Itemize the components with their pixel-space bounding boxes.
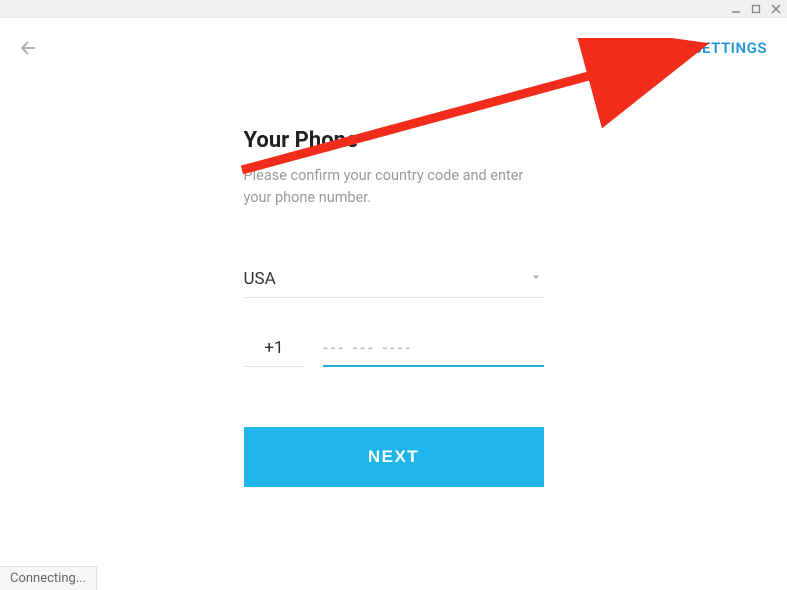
phone-number-input[interactable] <box>323 338 544 367</box>
main-content: Your Phone Please confirm your country c… <box>244 128 544 487</box>
minimize-button[interactable] <box>729 2 743 16</box>
arrow-left-icon <box>17 37 39 59</box>
settings-link[interactable]: SETTINGS <box>692 39 767 57</box>
phone-row: +1 <box>244 338 544 367</box>
maximize-button[interactable] <box>749 2 763 16</box>
country-selected-label: USA <box>244 269 276 289</box>
window-titlebar <box>0 0 787 18</box>
next-button[interactable]: NEXT <box>244 427 544 487</box>
back-button[interactable] <box>14 34 42 62</box>
page-subtitle: Please confirm your country code and ent… <box>244 165 544 209</box>
close-button[interactable] <box>769 2 783 16</box>
country-code-field[interactable]: +1 <box>244 338 305 367</box>
country-select[interactable]: USA <box>244 269 544 298</box>
status-bar: Connecting... <box>0 566 97 590</box>
page-title: Your Phone <box>244 128 544 153</box>
app-header: SETTINGS <box>0 18 787 66</box>
chevron-down-icon <box>528 269 544 289</box>
